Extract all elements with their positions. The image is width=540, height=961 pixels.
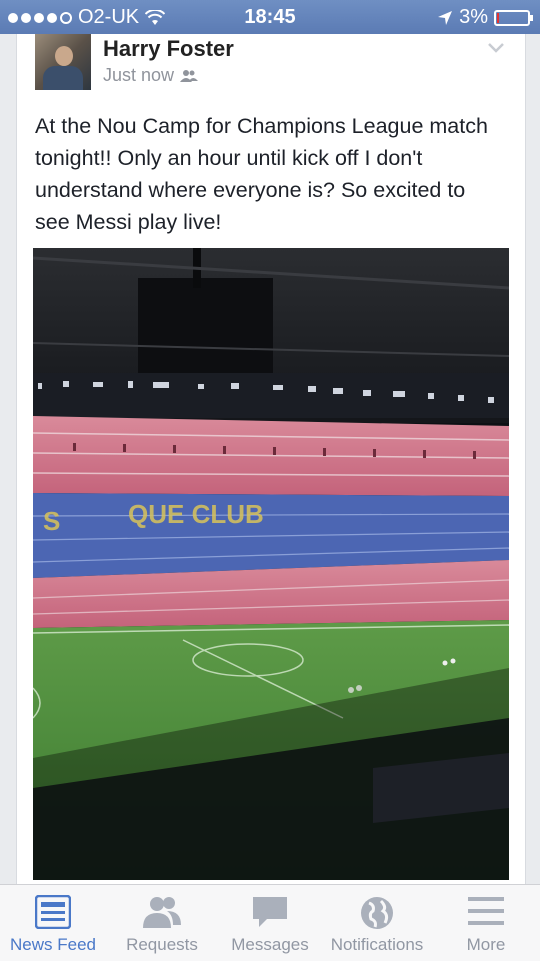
post-text: At the Nou Camp for Champions League mat… [35, 114, 488, 234]
tab-notifications[interactable]: Notifications [322, 885, 432, 961]
tab-requests[interactable]: Requests [108, 885, 216, 961]
status-bar: O2-UK 18:45 3% [0, 0, 540, 34]
location-arrow-icon [438, 10, 453, 25]
post-photo[interactable]: S QUE CLUB [33, 248, 509, 880]
tab-label: Notifications [330, 935, 424, 954]
tab-more[interactable]: More [432, 885, 540, 961]
stadium-signage-text: QUE CLUB [128, 499, 264, 529]
tab-label: News Feed [10, 935, 96, 954]
tab-label: Requests [126, 935, 198, 954]
author-name[interactable]: Harry Foster [103, 36, 234, 62]
svg-text:S: S [43, 506, 60, 536]
news-feed-icon [35, 895, 71, 929]
tab-news-feed[interactable]: News Feed [0, 885, 106, 961]
requests-icon [143, 897, 181, 928]
battery-percent: 3% [459, 6, 488, 28]
bottom-tab-bar: News Feed Requests Messages Notification… [0, 884, 540, 961]
post-timestamp[interactable]: Just now [103, 65, 174, 86]
tab-label: Messages [231, 935, 309, 954]
stadium-photo-illustration: S QUE CLUB [33, 248, 509, 880]
chevron-down-icon[interactable] [487, 42, 505, 54]
more-menu-icon [468, 897, 504, 925]
post-meta: Just now [103, 65, 199, 86]
battery-icon [494, 9, 533, 26]
avatar[interactable] [35, 34, 91, 90]
friends-audience-icon [180, 69, 199, 82]
tab-messages[interactable]: Messages [216, 885, 324, 961]
feed-post: Harry Foster Just now At the Nou Camp fo… [16, 34, 526, 884]
notifications-globe-icon [361, 897, 393, 929]
messages-icon [253, 897, 287, 927]
tab-label: More [466, 935, 506, 954]
